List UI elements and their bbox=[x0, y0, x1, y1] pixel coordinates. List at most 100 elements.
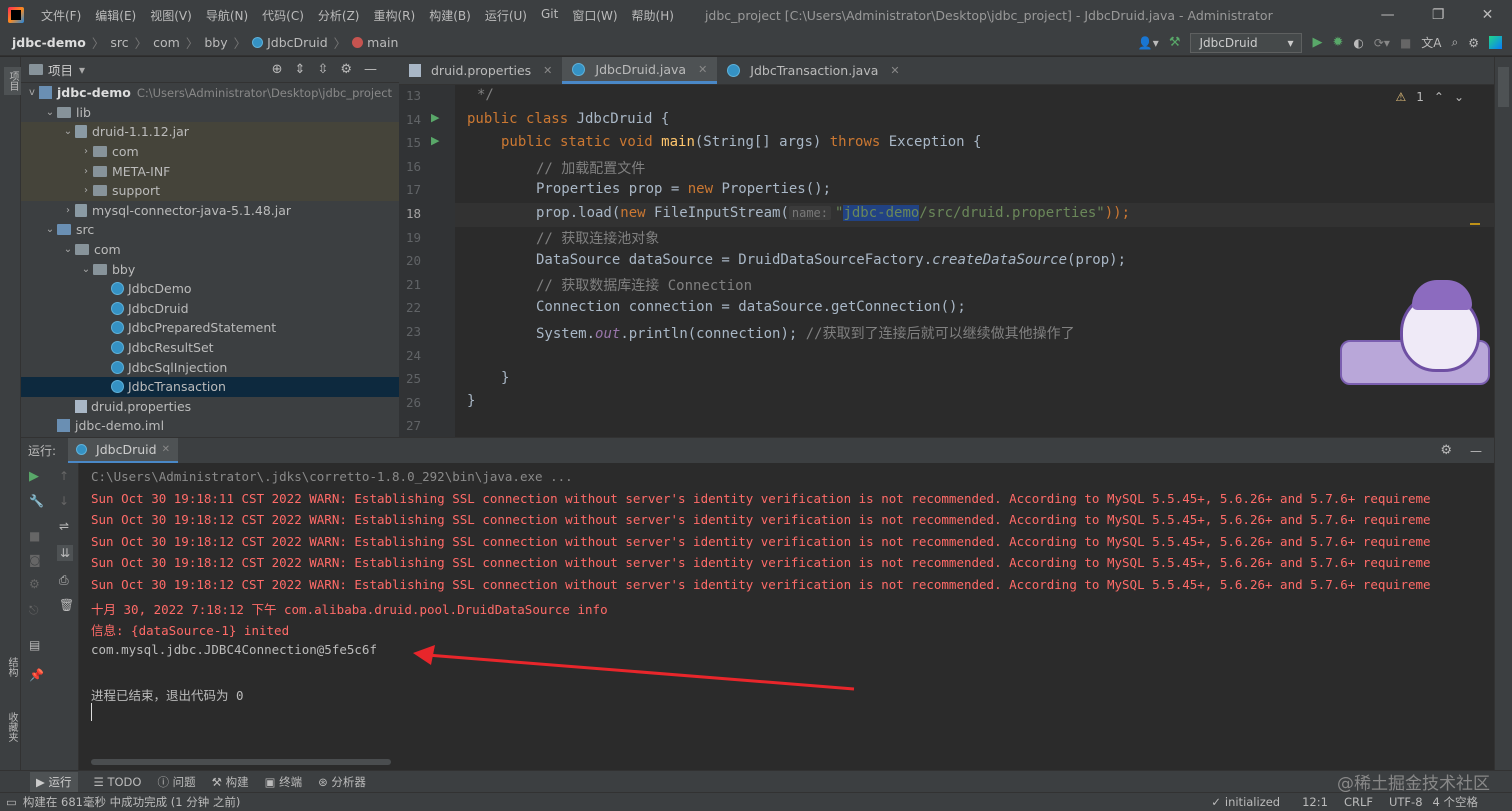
chevron-down-icon[interactable]: ⌄ bbox=[43, 107, 57, 118]
hide-icon[interactable]: — bbox=[1470, 444, 1482, 458]
intellij-logo-icon[interactable] bbox=[8, 7, 24, 23]
favorites-tool-tab[interactable]: 收藏夹 bbox=[4, 712, 19, 742]
gear-icon[interactable]: ⚙ bbox=[340, 62, 352, 77]
tree-item[interactable]: › com bbox=[21, 141, 399, 162]
hide-icon[interactable]: — bbox=[364, 62, 377, 77]
tab-druid-properties[interactable]: druid.properties ✕ bbox=[399, 57, 562, 84]
debug-icon[interactable]: ✹ bbox=[1332, 35, 1343, 50]
warning-marker[interactable] bbox=[1470, 223, 1480, 225]
tab-jdbctransaction[interactable]: JdbcTransaction.java ✕ bbox=[717, 57, 909, 84]
breadcrumb-com[interactable]: com bbox=[153, 35, 180, 50]
settings-icon[interactable]: ⚙ bbox=[1468, 36, 1479, 50]
tree-item[interactable]: ⌄ bby bbox=[21, 259, 399, 279]
menu-item[interactable]: 帮助(H) bbox=[625, 7, 681, 24]
locate-icon[interactable]: ⊕ bbox=[272, 62, 283, 77]
breadcrumb-method[interactable]: main bbox=[367, 35, 398, 50]
console-output[interactable]: C:\Users\Administrator\.jdks\corretto-1.… bbox=[79, 463, 1494, 770]
minimize-icon[interactable]: — bbox=[1381, 7, 1395, 23]
run-tab-jdbcdruid[interactable]: JdbcDruid ✕ bbox=[68, 437, 178, 464]
tool-profiler[interactable]: ⊛ 分析器 bbox=[318, 774, 366, 790]
layout-icon[interactable]: ▤ bbox=[29, 638, 40, 652]
wrench-icon[interactable]: 🔧 bbox=[29, 494, 44, 508]
plugin-icon[interactable] bbox=[1489, 36, 1502, 49]
build-hammer-icon[interactable]: ⚒ bbox=[1169, 35, 1181, 50]
tree-item[interactable]: JdbcDemo bbox=[21, 279, 399, 299]
tree-item[interactable]: ⌄ lib bbox=[21, 103, 399, 123]
menu-item[interactable]: 编辑(E) bbox=[88, 7, 143, 24]
chevron-right-icon[interactable]: › bbox=[79, 146, 93, 157]
run-config-select[interactable]: JdbcDruid ▾ bbox=[1190, 32, 1303, 53]
user-icon[interactable]: 👤▾ bbox=[1138, 36, 1159, 50]
tree-item[interactable]: JdbcResultSet bbox=[21, 338, 399, 358]
down-arrow-icon[interactable]: ↓ bbox=[59, 494, 69, 508]
status-message[interactable]: 构建在 681毫秒 中成功完成 (1 分钟 之前) bbox=[23, 794, 241, 810]
soft-wrap-icon[interactable]: ⇌ bbox=[59, 519, 69, 533]
exit-icon[interactable]: ⎋ bbox=[29, 603, 39, 618]
settings-icon[interactable]: ⚙ bbox=[29, 577, 40, 591]
trash-icon[interactable]: 🗑 bbox=[59, 598, 74, 612]
tree-item[interactable]: › support bbox=[21, 180, 399, 201]
menu-item[interactable]: 视图(V) bbox=[143, 7, 199, 24]
breadcrumb-src[interactable]: src bbox=[110, 35, 128, 50]
close-tab-icon[interactable]: ✕ bbox=[543, 64, 552, 77]
tool-run[interactable]: ▶ 运行 bbox=[30, 771, 78, 792]
rerun-icon[interactable]: ▶ bbox=[29, 469, 39, 484]
chevron-down-icon[interactable]: ▾ bbox=[79, 63, 85, 77]
run-gutter-icon[interactable]: ▶ bbox=[431, 134, 439, 147]
indent-setting[interactable]: 4 个空格 bbox=[1433, 794, 1478, 810]
file-encoding[interactable]: UTF-8 bbox=[1389, 795, 1423, 809]
breadcrumb-project[interactable]: jdbc-demo bbox=[12, 35, 86, 50]
chevron-right-icon[interactable]: › bbox=[79, 166, 93, 177]
caret-position[interactable]: 12:1 bbox=[1302, 795, 1328, 809]
close-tab-icon[interactable]: ✕ bbox=[162, 444, 170, 455]
up-arrow-icon[interactable]: ↑ bbox=[59, 469, 69, 483]
chevron-down-icon[interactable]: ⌄ bbox=[43, 224, 57, 235]
tree-item[interactable]: › mysql-connector-java-5.1.48.jar bbox=[21, 201, 399, 221]
menu-item[interactable]: Git bbox=[534, 7, 565, 24]
tree-item[interactable]: druid.properties bbox=[21, 397, 399, 417]
tree-item[interactable]: ⌄ src bbox=[21, 220, 399, 240]
breadcrumb-class[interactable]: JdbcDruid bbox=[267, 35, 328, 50]
translate-icon[interactable]: 文A bbox=[1421, 34, 1441, 51]
inspection-widget[interactable]: ⚠ 1 ⌃ ⌄ bbox=[1395, 90, 1464, 104]
maximize-icon[interactable]: ❐ bbox=[1432, 7, 1445, 23]
expand-all-icon[interactable]: ⇕ bbox=[295, 62, 306, 77]
search-icon[interactable]: ⌕ bbox=[1452, 35, 1459, 50]
tree-item[interactable]: › META-INF bbox=[21, 161, 399, 181]
project-panel-title[interactable]: 项目 bbox=[48, 60, 73, 79]
menu-item[interactable]: 重构(R) bbox=[367, 7, 423, 24]
stop-icon[interactable]: ■ bbox=[1400, 36, 1411, 50]
chevron-up-icon[interactable]: ⌃ bbox=[1434, 90, 1444, 104]
run-icon[interactable]: ▶ bbox=[1312, 35, 1322, 50]
pin-icon[interactable]: 📌 bbox=[29, 668, 44, 682]
menu-item[interactable]: 文件(F) bbox=[34, 7, 88, 24]
tool-build[interactable]: ⚒ 构建 bbox=[212, 774, 249, 790]
structure-tool-tab[interactable]: 结构 bbox=[4, 657, 19, 677]
menu-item[interactable]: 代码(C) bbox=[255, 7, 311, 24]
profile-icon[interactable]: ⟳▾ bbox=[1374, 36, 1390, 50]
chevron-down-icon[interactable]: ⌄ bbox=[1454, 90, 1464, 104]
tool-todo[interactable]: ☰ TODO bbox=[94, 775, 142, 789]
chevron-right-icon[interactable]: › bbox=[61, 205, 75, 216]
stop-icon[interactable]: ■ bbox=[29, 529, 40, 543]
close-tab-icon[interactable]: ✕ bbox=[698, 63, 707, 76]
chevron-down-icon[interactable]: ⌄ bbox=[61, 244, 75, 255]
scroll-to-end-icon[interactable]: ⇊ bbox=[57, 545, 74, 561]
tree-item[interactable]: JdbcDruid bbox=[21, 299, 399, 319]
menu-item[interactable]: 导航(N) bbox=[199, 7, 255, 24]
coverage-icon[interactable]: ◐ bbox=[1353, 36, 1363, 50]
camera-icon[interactable]: ◙ bbox=[29, 553, 41, 567]
code-editor[interactable]: */ public class JdbcDruid { public stati… bbox=[455, 85, 1494, 437]
print-icon[interactable]: ⎙ bbox=[59, 573, 69, 588]
tree-item[interactable]: JdbcPreparedStatement bbox=[21, 318, 399, 338]
chevron-down-icon[interactable]: ⌄ bbox=[79, 264, 93, 275]
close-tab-icon[interactable]: ✕ bbox=[890, 64, 899, 77]
tree-item[interactable]: ⌄ com bbox=[21, 240, 399, 260]
close-icon[interactable]: ✕ bbox=[1482, 7, 1494, 23]
menu-item[interactable]: 分析(Z) bbox=[311, 7, 367, 24]
menu-item[interactable]: 窗口(W) bbox=[565, 7, 624, 24]
tab-jdbcdruid[interactable]: JdbcDruid.java ✕ bbox=[562, 57, 718, 84]
horizontal-scrollbar[interactable] bbox=[91, 759, 391, 765]
tool-terminal[interactable]: ▣ 终端 bbox=[265, 774, 303, 790]
collapse-all-icon[interactable]: ⇳ bbox=[317, 62, 328, 77]
